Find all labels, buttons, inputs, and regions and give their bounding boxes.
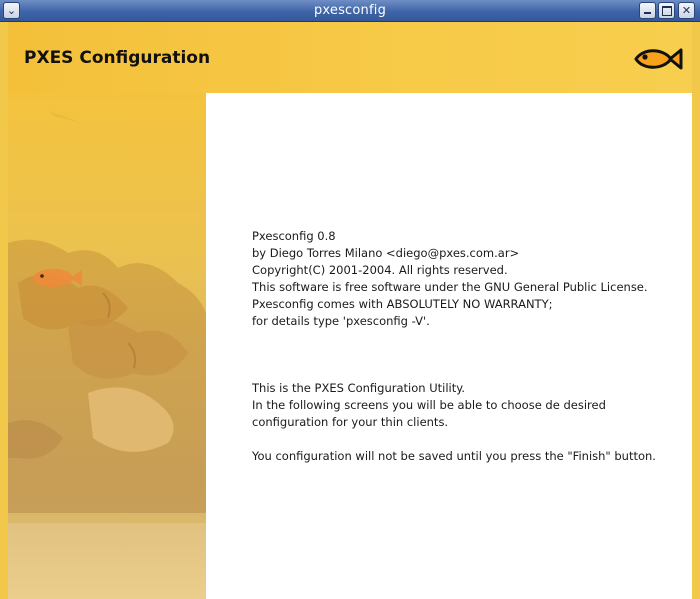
intro-line: In the following screens you will be abl… [252,398,606,412]
app-window: ⌄ pxesconfig ✕ PXES Configuration Pxesco… [0,0,700,599]
aquarium-illustration [8,111,206,599]
window-title: pxesconfig [313,3,387,18]
about-line: Copyright(C) 2001-2004. All rights reser… [252,263,508,277]
notice-line: You configuration will not be saved unti… [252,449,656,463]
content-panel: Pxesconfig 0.8 by Diego Torres Milano <d… [206,93,692,599]
title-bar[interactable]: ⌄ pxesconfig ✕ [0,0,700,22]
minimize-button[interactable] [639,2,656,19]
maximize-button[interactable] [658,2,675,19]
intro-text: This is the PXES Configuration Utility. … [252,380,606,431]
page-title: PXES Configuration [24,48,211,68]
header-banner: PXES Configuration [8,22,692,93]
intro-line: This is the PXES Configuration Utility. [252,381,466,395]
about-text: Pxesconfig 0.8 by Diego Torres Milano <d… [252,228,648,330]
about-line: Pxesconfig comes with ABSOLUTELY NO WARR… [252,297,553,311]
close-button[interactable]: ✕ [678,2,695,19]
about-line: for details type 'pxesconfig -V'. [252,314,430,328]
fish-icon [634,48,683,70]
about-line: Pxesconfig 0.8 [252,229,336,243]
about-line: This software is free software under the… [252,280,648,294]
aquarium-side-image [8,93,206,599]
about-line: by Diego Torres Milano <diego@pxes.com.a… [252,246,520,260]
intro-line: configuration for your thin clients. [252,415,449,429]
save-notice-text: You configuration will not be saved unti… [252,448,656,465]
dialog-client-area: PXES Configuration Pxesconfig 0.8 by Die… [8,22,692,599]
close-icon: ✕ [681,4,692,17]
